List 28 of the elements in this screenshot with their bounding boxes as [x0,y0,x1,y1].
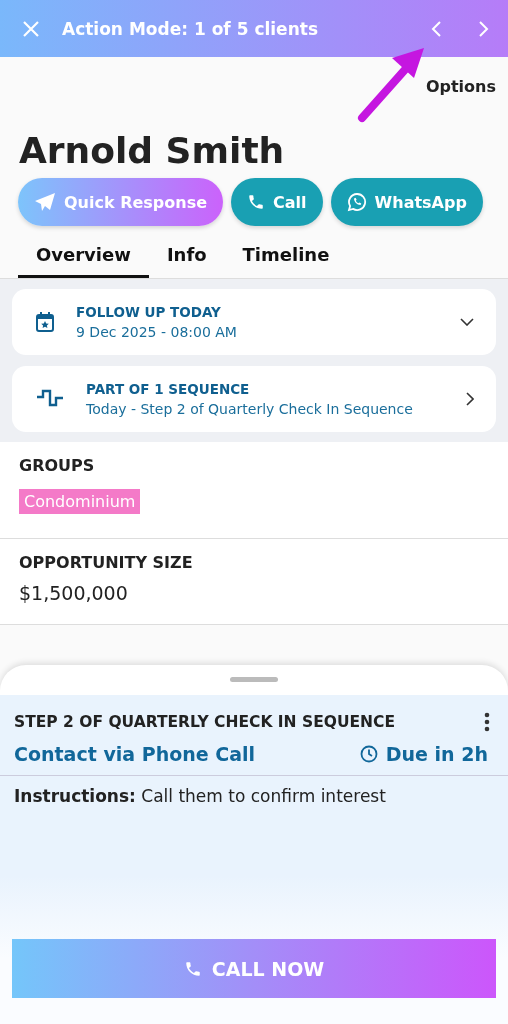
chevron-down-icon[interactable] [460,318,474,327]
phone-icon [247,193,266,212]
chevron-right-icon[interactable] [466,392,474,407]
opportunity-value: $1,500,000 [19,582,128,605]
section-heading: OPPORTUNITY SIZE [19,553,193,573]
section-heading: GROUPS [19,456,95,476]
card-subtitle: 9 Dec 2025 - 08:00 AM [76,324,238,341]
drag-handle[interactable] [230,677,278,682]
step-title: STEP 2 OF QUARTERLY CHECK IN SEQUENCE [14,713,396,731]
group-tag: Condominium [19,489,141,515]
contact-method: Contact via Phone Call [14,743,257,765]
card-title: FOLLOW UP TODAY [76,304,222,321]
card-title: PART OF 1 SEQUENCE [86,381,251,398]
chat-bubble-icon [346,192,367,213]
due-label: Due in 2h [385,743,488,765]
instructions-text: Instructions: Call them to confirm interest [13,785,387,808]
tab[interactable]: Info [148,236,225,279]
card-subtitle: Today - Step 2 of Quarterly Check In Sequence [86,401,414,418]
calendar-icon [36,312,54,333]
tab[interactable]: Timeline [224,236,348,279]
info-card[interactable]: PART OF 1 SEQUENCE Today - Step 2 of Quarterly Check In Sequence [12,366,496,433]
top-bar-title: Action Mode: 1 of 5 clients [62,18,319,39]
phone-icon [183,959,202,978]
options-label: Options [425,77,496,98]
info-card[interactable]: FOLLOW UP TODAY 9 Dec 2025 - 08:00 AM [12,289,496,356]
paper-plane-icon [34,192,56,213]
clock-icon [359,745,378,763]
client-name: Arnold Smith [19,129,286,173]
